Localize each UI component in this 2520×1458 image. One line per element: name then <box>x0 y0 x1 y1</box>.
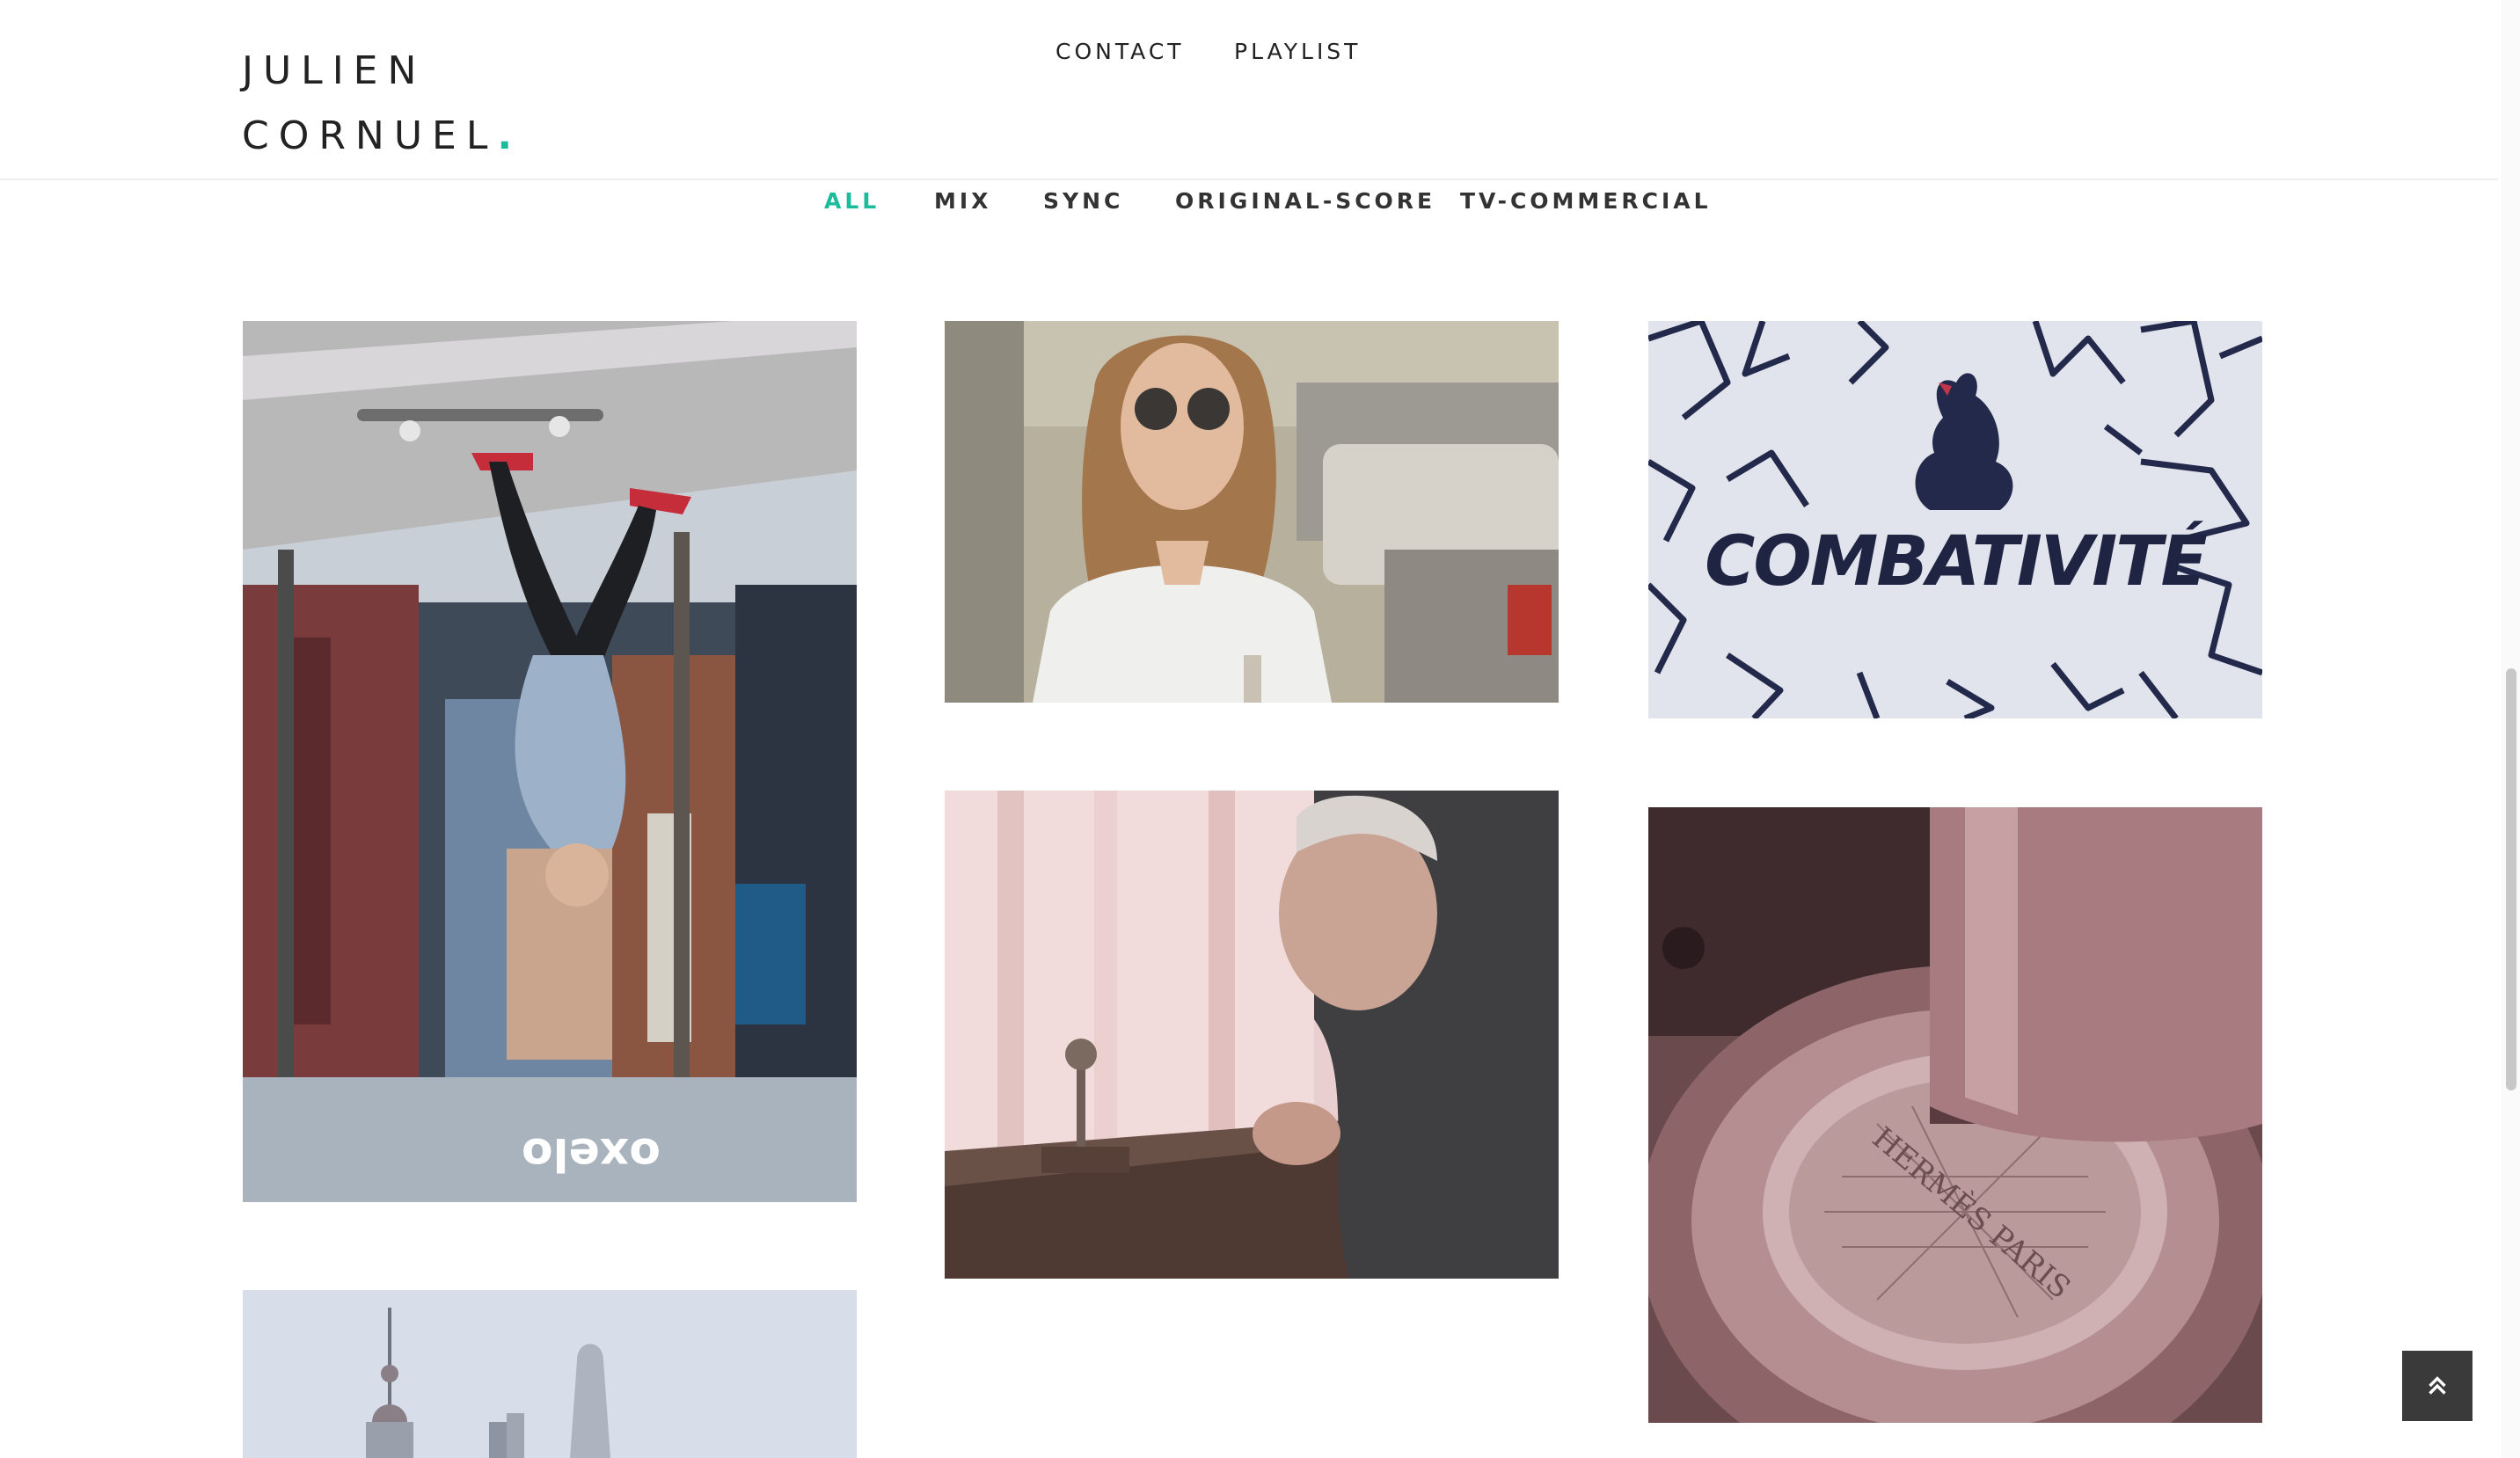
filter-original-score[interactable]: ORIGINAL-SCORE <box>1175 188 1435 214</box>
portfolio-tile-watch-movement[interactable]: HERMÈS PARIS <box>1648 807 2262 1423</box>
filter-mix[interactable]: MIX <box>934 188 991 214</box>
city-skyline-thumbnail <box>243 1290 857 1458</box>
logo-line-2: CORNUEL. <box>242 104 522 169</box>
filter-sync[interactable]: SYNC <box>1043 188 1123 214</box>
page-scrollbar[interactable] <box>2501 0 2520 1458</box>
skateboard-thumbnail: oxelo <box>243 321 857 1202</box>
combativite-title: COMBATIVITÉ <box>1705 521 2207 601</box>
nav-playlist-link[interactable]: PLAYLIST <box>1234 39 1361 64</box>
logo-dot: . <box>497 113 522 158</box>
logo-name: CORNUEL <box>242 113 498 158</box>
combativite-thumbnail: COMBATIVITÉ <box>1648 321 2262 718</box>
portfolio-tile-city-skyline[interactable] <box>243 1290 857 1458</box>
watch-movement-thumbnail: HERMÈS PARIS <box>1648 807 2262 1423</box>
portfolio-tile-woman-sunglasses[interactable] <box>945 321 1559 703</box>
nav-contact-link[interactable]: CONTACT <box>1055 39 1185 64</box>
logo-line-1: JULIEN <box>242 48 427 93</box>
filter-all[interactable]: ALL <box>824 188 880 214</box>
watchmaker-thumbnail <box>945 791 1559 1279</box>
double-chevron-up-icon <box>2429 1376 2446 1395</box>
oxelo-watermark: oxelo <box>522 1127 661 1180</box>
filter-tv-commercial[interactable]: TV-COMMERCIAL <box>1460 188 1712 214</box>
page: JULIEN CORNUEL. CONTACT PLAYLIST ALL MIX… <box>0 0 2520 1458</box>
portfolio-tile-skateboard[interactable]: oxelo <box>243 321 857 1202</box>
woman-sunglasses-thumbnail <box>945 321 1559 703</box>
portfolio-filters: ALL MIX SYNC ORIGINAL-SCORE TV-COMMERCIA… <box>0 188 2498 232</box>
scrollbar-thumb[interactable] <box>2506 668 2516 1090</box>
back-to-top-button[interactable] <box>2402 1351 2473 1421</box>
site-header: JULIEN CORNUEL. CONTACT PLAYLIST <box>0 0 2498 180</box>
portfolio-tile-watchmaker[interactable] <box>945 791 1559 1279</box>
portfolio-tile-combativite[interactable]: COMBATIVITÉ <box>1648 321 2262 718</box>
site-logo[interactable]: JULIEN CORNUEL. <box>242 39 522 169</box>
